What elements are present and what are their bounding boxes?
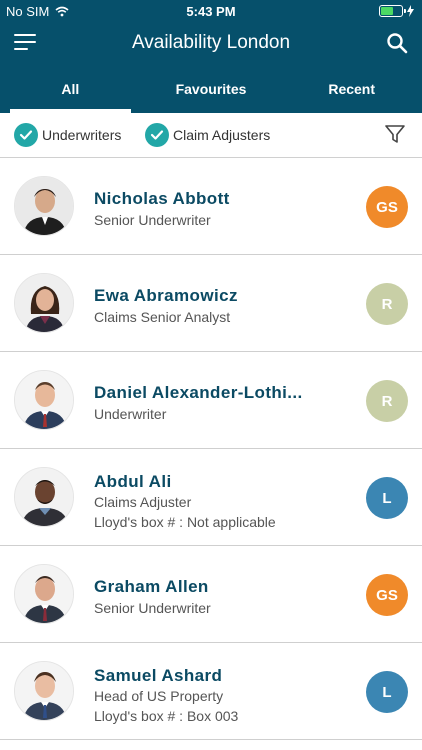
app-header: Availability London <box>0 22 422 67</box>
filter-claim-adjusters-label: Claim Adjusters <box>173 127 271 143</box>
status-time: 5:43 PM <box>186 4 236 19</box>
people-list: Nicholas Abbott Senior Underwriter GS Ew… <box>0 158 422 740</box>
person-name: Daniel Alexander-Lothi... <box>94 383 303 402</box>
checkmark-icon <box>145 123 169 147</box>
battery-level <box>381 7 393 15</box>
person-role: Claims Adjuster <box>94 494 192 510</box>
list-item[interactable]: Abdul Ali Claims Adjuster Lloyd's box # … <box>0 449 422 546</box>
search-icon[interactable] <box>386 32 408 54</box>
person-role: Senior Underwriter <box>94 600 211 616</box>
availability-badge: GS <box>366 186 408 228</box>
person-role: Head of US Property <box>94 688 224 704</box>
person-role: Underwriter <box>94 406 167 422</box>
filter-icon[interactable] <box>384 123 406 145</box>
avatar <box>14 564 74 624</box>
availability-badge: GS <box>366 574 408 616</box>
tab-bar: All Favourites Recent <box>0 67 422 113</box>
avatar <box>14 176 74 236</box>
filter-underwriters-label: Underwriters <box>42 127 122 143</box>
avatar <box>14 661 74 721</box>
charging-bolt-icon <box>407 5 414 17</box>
tab-all[interactable]: All <box>0 67 141 113</box>
list-item[interactable]: Samuel Ashard Head of US Property Lloyd'… <box>0 643 422 740</box>
avatar <box>14 370 74 430</box>
list-item[interactable]: Daniel Alexander-Lothi... Underwriter R <box>0 352 422 449</box>
availability-badge: R <box>366 283 408 325</box>
person-name: Ewa Abramowicz <box>94 286 238 305</box>
battery-icon <box>379 5 406 17</box>
list-item[interactable]: Ewa Abramowicz Claims Senior Analyst R <box>0 255 422 352</box>
tab-recent[interactable]: Recent <box>281 67 422 113</box>
person-role: Senior Underwriter <box>94 212 211 228</box>
person-name: Abdul Ali <box>94 472 172 491</box>
person-name: Graham Allen <box>94 577 209 596</box>
avatar <box>14 467 74 527</box>
list-item[interactable]: Nicholas Abbott Senior Underwriter GS <box>0 158 422 255</box>
checkmark-icon <box>14 123 38 147</box>
avatar <box>14 273 74 333</box>
availability-badge: R <box>366 380 408 422</box>
person-role: Claims Senior Analyst <box>94 309 231 325</box>
page-title: Availability London <box>131 32 291 53</box>
status-bar: No SIM 5:43 PM <box>0 0 422 22</box>
availability-badge: L <box>366 477 408 519</box>
tab-favourites[interactable]: Favourites <box>141 67 282 113</box>
filter-underwriters[interactable]: Underwriters <box>14 123 121 147</box>
filter-claim-adjusters[interactable]: Claim Adjusters <box>145 123 270 147</box>
filter-bar: Underwriters Claim Adjusters <box>0 113 422 158</box>
lloyds-box: Lloyd's box # : Not applicable <box>94 514 276 530</box>
lloyds-box: Lloyd's box # : Box 003 <box>94 708 239 724</box>
availability-badge: L <box>366 671 408 713</box>
status-right <box>379 5 414 17</box>
list-item[interactable]: Graham Allen Senior Underwriter GS <box>0 546 422 643</box>
person-name: Nicholas Abbott <box>94 189 230 208</box>
person-name: Samuel Ashard <box>94 666 223 685</box>
